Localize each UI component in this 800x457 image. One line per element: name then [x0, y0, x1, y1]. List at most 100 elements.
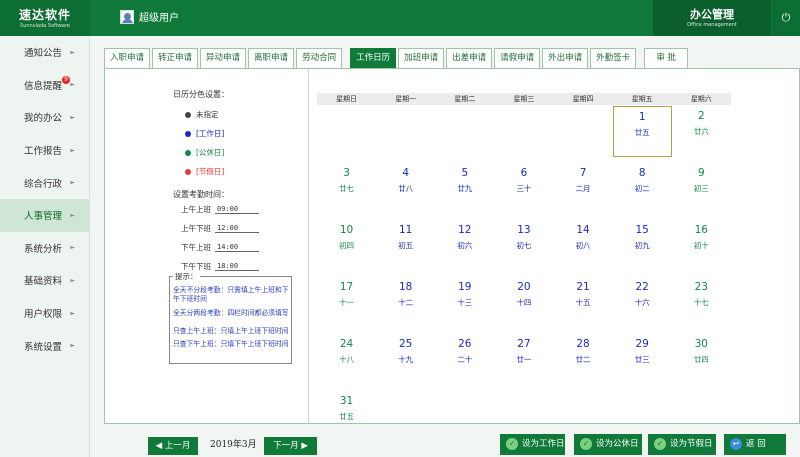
calendar-day[interactable]: 10 初四: [317, 220, 376, 271]
calendar-day[interactable]: 1 廿五: [612, 106, 672, 157]
calendar-day[interactable]: 16 初十: [672, 220, 731, 271]
calendar-day[interactable]: 25 十九: [376, 334, 435, 385]
calendar-day[interactable]: 5 廿九: [435, 163, 494, 214]
sidebar-item[interactable]: 综合行政 ►: [0, 166, 89, 199]
chevron-right-icon: ►: [70, 309, 75, 317]
time-setting-row: 下午上班 14:00: [181, 242, 259, 253]
calendar-week-row: 10 初四 11 初五 12 初六 13 初七 14 初八 15 初九 16 初十: [317, 220, 731, 271]
tab[interactable]: 加班申请: [398, 48, 445, 68]
sidebar-item[interactable]: 用户权限 ►: [0, 297, 89, 330]
calendar-day[interactable]: 9 初三: [672, 163, 731, 214]
weekday-label: 星期三: [513, 95, 535, 103]
prev-month-button[interactable]: ◀ 上一月: [148, 437, 198, 455]
time-label: 上午上班: [181, 205, 211, 214]
calendar-day[interactable]: 18 十二: [376, 277, 435, 328]
check-icon: ✓: [506, 438, 518, 450]
sidebar-item[interactable]: 基础资料 ►: [0, 264, 89, 297]
day-number: 14: [576, 224, 590, 236]
calendar-day[interactable]: 11 初五: [376, 220, 435, 271]
lunar-date: 初七: [516, 241, 532, 250]
chevron-right-icon: ►: [70, 244, 75, 252]
calendar-day[interactable]: 30 廿四: [672, 334, 731, 385]
time-input[interactable]: 12:00: [215, 224, 259, 233]
tab[interactable]: 异动申请: [200, 48, 247, 68]
calendar-day[interactable]: 20 十四: [494, 277, 553, 328]
tab[interactable]: 转正申请: [152, 48, 199, 68]
sidebar-item-label: 系统设置: [24, 341, 63, 353]
current-user[interactable]: 超级用户: [120, 9, 179, 24]
calendar-day[interactable]: 29 廿三: [613, 334, 672, 385]
legend-item[interactable]: [公休日]: [185, 147, 224, 158]
tab[interactable]: 劳动合同: [296, 48, 343, 68]
time-setting-row: 上午下班 12:00: [181, 223, 259, 234]
set-workday-button[interactable]: ✓ 设为工作日: [500, 434, 565, 455]
back-button[interactable]: ↩ 返 回: [724, 434, 786, 455]
tab[interactable]: 请假申请: [494, 48, 541, 68]
sidebar-item[interactable]: 通知公告 ►: [0, 36, 89, 69]
calendar-day[interactable]: 26 二十: [435, 334, 494, 385]
time-input[interactable]: 18:00: [215, 262, 259, 271]
time-input[interactable]: 14:00: [215, 243, 259, 252]
calendar-day[interactable]: 12 初六: [435, 220, 494, 271]
chevron-right-icon: ►: [70, 179, 75, 187]
back-label: 返 回: [746, 439, 766, 449]
tab[interactable]: 离职申请: [248, 48, 295, 68]
user-name: 超级用户: [139, 13, 179, 24]
tips-title: 提示：: [173, 271, 200, 282]
time-settings-title: 设置考勤时间：: [173, 190, 229, 199]
module-subtitle: Office management: [687, 22, 737, 28]
day-number: 31: [339, 395, 354, 407]
power-icon[interactable]: ⏻: [772, 0, 800, 36]
tab[interactable]: 工作日历: [350, 48, 397, 68]
next-month-button[interactable]: 下一月 ▶: [264, 437, 317, 455]
color-settings-title: 日历分色设置：: [173, 90, 229, 99]
calendar-day[interactable]: 17 十一: [317, 277, 376, 328]
calendar-day[interactable]: 7 二月: [554, 163, 613, 214]
calendar-day[interactable]: 8 初二: [613, 163, 672, 214]
calendar-day[interactable]: 13 初七: [494, 220, 553, 271]
calendar-day[interactable]: 4 廿八: [376, 163, 435, 214]
calendar-day[interactable]: 21 十五: [554, 277, 613, 328]
sidebar-item[interactable]: 信息提醒 9 ►: [0, 69, 89, 102]
calendar-day[interactable]: 24 十八: [317, 334, 376, 385]
sidebar-item[interactable]: 系统分析 ►: [0, 232, 89, 265]
sidebar-item-label: 人事管理: [24, 211, 63, 223]
lunar-date: 初二: [634, 184, 650, 193]
calendar-day[interactable]: 6 三十: [494, 163, 553, 214]
tab[interactable]: 入职申请: [104, 48, 151, 68]
calendar-day[interactable]: 23 十七: [672, 277, 731, 328]
tip-line: 全天分两段考勤：四栏时间都必须填写: [173, 309, 289, 317]
tab[interactable]: 出差申请: [446, 48, 493, 68]
sidebar-item[interactable]: 人事管理 ►: [0, 198, 89, 232]
calendar-week-row: 24 十八 25 十九 26 二十 27 廿一 28 廿二 29 廿三 30 廿四: [317, 334, 731, 385]
tab[interactable]: 审 批: [644, 48, 689, 68]
time-input[interactable]: 09:00: [215, 205, 259, 214]
calendar-day[interactable]: 2 廿六: [672, 106, 731, 157]
calendar-empty-cell: [435, 106, 494, 157]
sidebar-item-label: 用户权限: [24, 309, 63, 321]
calendar-day[interactable]: 27 廿一: [494, 334, 553, 385]
current-month: 2019年3月: [210, 440, 257, 450]
calendar-day[interactable]: 15 初九: [613, 220, 672, 271]
tab[interactable]: 外勤签卡: [590, 48, 637, 68]
legend-item[interactable]: [工作日]: [185, 128, 224, 139]
calendar-panel: 日历分色设置： 未指定 [工作日] [公休日] [节假日] 设置考勤时间： 上午上班 0…: [104, 68, 800, 424]
calendar-day[interactable]: 22 十六: [613, 277, 672, 328]
calendar-day[interactable]: 14 初八: [554, 220, 613, 271]
day-number: 4: [402, 167, 410, 179]
legend-item[interactable]: [节假日]: [185, 166, 224, 177]
set-restday-button[interactable]: ✓ 设为公休日: [574, 434, 642, 455]
sidebar-item[interactable]: 工作报告 ►: [0, 134, 89, 167]
calendar-day[interactable]: 3 廿七: [317, 163, 376, 214]
set-holiday-button[interactable]: ✓ 设为节假日: [648, 434, 716, 455]
calendar-day[interactable]: 19 十三: [435, 277, 494, 328]
day-number: 17: [339, 281, 354, 293]
legend-item[interactable]: 未指定: [185, 109, 219, 120]
sidebar-item[interactable]: 系统设置 ►: [0, 329, 89, 362]
calendar-day[interactable]: 28 廿二: [554, 334, 613, 385]
chevron-right-icon: ►: [70, 342, 75, 350]
tab[interactable]: 外出申请: [542, 48, 589, 68]
sidebar-item[interactable]: 我的办公 ►: [0, 101, 89, 134]
weekday-header: 星期日 星期一 星期二 星期三 星期四 星期五 星期六: [317, 93, 731, 105]
chevron-right-icon: ►: [70, 146, 75, 154]
